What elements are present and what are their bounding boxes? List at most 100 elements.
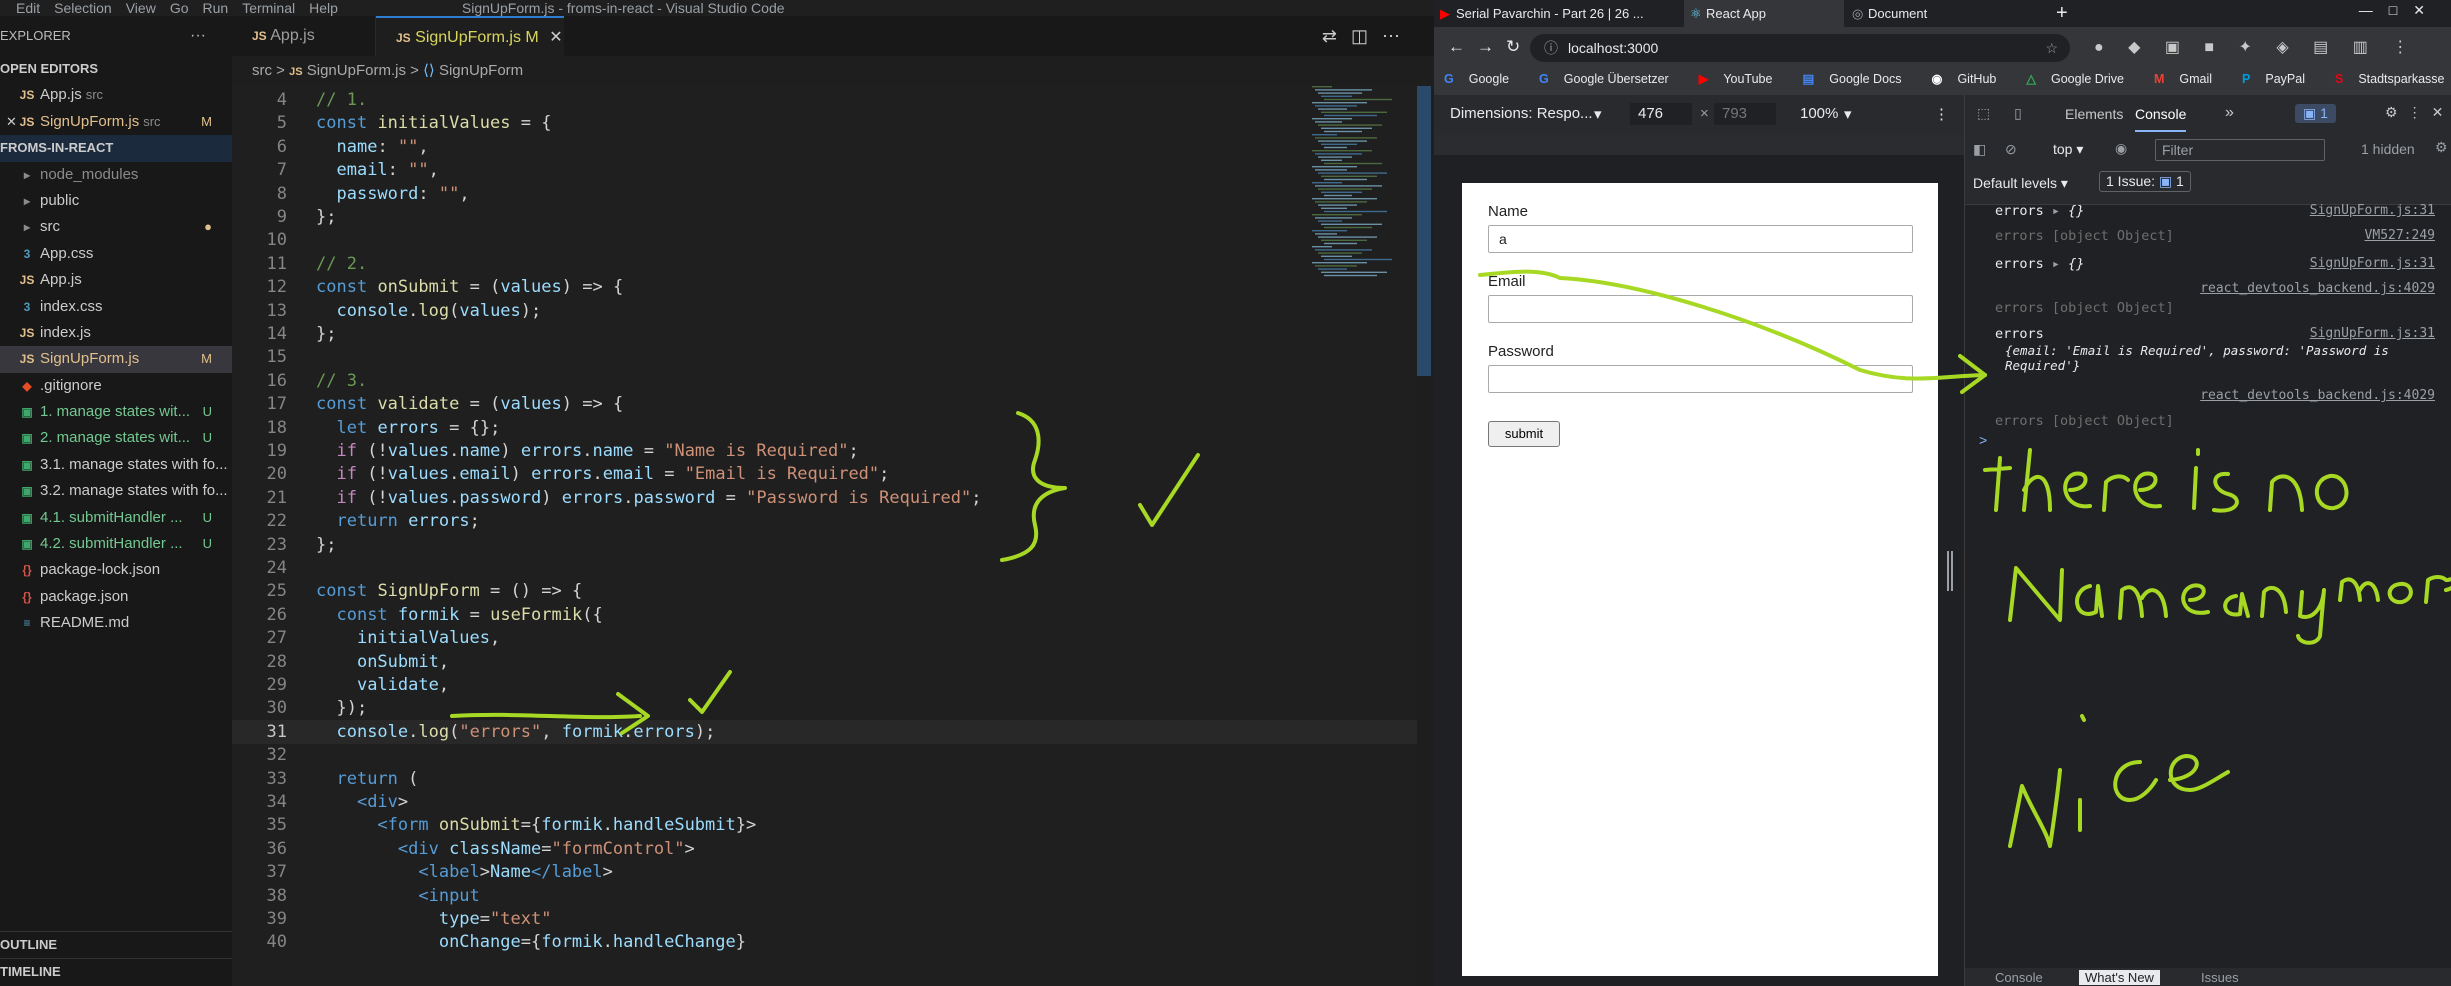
more-options-icon[interactable]: ⋮ — [2408, 104, 2432, 120]
file-tree-item[interactable]: ▣ 3.1. manage states with fo... — [0, 452, 232, 478]
file-tree-item[interactable]: JS SignUpForm.js M — [0, 346, 232, 373]
clear-console-icon[interactable]: ⊘ — [2005, 141, 2017, 158]
file-tree-item[interactable]: ▣ 3.2. manage states with fo... — [0, 478, 232, 504]
minimap[interactable] — [1308, 86, 1416, 286]
tab-app-js[interactable]: JS App.js — [232, 16, 376, 56]
tab-elements[interactable]: Elements — [2065, 106, 2123, 122]
file-tree-item[interactable]: JS index.js — [0, 320, 232, 346]
file-tree-item[interactable]: JS App.js src — [0, 82, 232, 108]
gear-icon[interactable]: ⚙ — [2385, 104, 2408, 120]
bookmark-item[interactable]: M Gmail — [2154, 69, 2227, 89]
file-tree-item[interactable]: ▣ 1. manage states wit... U — [0, 399, 232, 425]
project-header[interactable]: FROMS-IN-REACT — [0, 135, 232, 162]
console-source-link[interactable]: VM527:249 — [2365, 228, 2435, 243]
maximize-icon[interactable]: □ — [2389, 2, 2413, 18]
minimize-icon[interactable]: — — [2359, 2, 2389, 18]
timeline-header[interactable]: TIMELINE — [0, 958, 232, 984]
menu-item[interactable]: Help — [309, 0, 338, 16]
bookmark-item[interactable]: G Google — [1444, 69, 1524, 89]
width-input[interactable]: 476 — [1630, 103, 1692, 125]
breadcrumb-folder[interactable]: src — [252, 62, 272, 79]
expand-triangle-icon[interactable]: ▸ — [2044, 256, 2068, 272]
close-icon[interactable]: ✕ — [6, 109, 17, 135]
zoom-select[interactable]: 100% — [1800, 105, 1838, 122]
inspect-icons[interactable]: ⬚ ▯ — [1977, 105, 2032, 122]
drawer-tab[interactable]: Console — [1995, 970, 2043, 985]
breadcrumb-file[interactable]: SignUpForm.js — [307, 62, 406, 79]
back-icon[interactable]: ← — [1448, 37, 1477, 56]
file-tree-item[interactable]: ▸ src ● — [0, 214, 232, 240]
breadcrumb-symbol[interactable]: SignUpForm — [439, 62, 523, 79]
drawer-tab[interactable]: Issues — [2201, 970, 2239, 985]
file-tree-item[interactable]: {} package.json — [0, 584, 232, 610]
open-editors-header[interactable]: OPEN EDITORS — [0, 56, 232, 82]
file-tree-item[interactable]: 3 App.css — [0, 241, 232, 267]
more-actions-icon[interactable]: ··· — [190, 16, 206, 56]
more-actions-icon[interactable]: ⋯ — [1382, 26, 1414, 46]
gear-icon[interactable]: ⚙ — [2435, 139, 2448, 156]
submit-button[interactable]: submit — [1488, 421, 1560, 447]
tab-signupform-js[interactable]: JS SignUpForm.js M ✕ — [376, 16, 564, 56]
menu-item[interactable]: Edit — [16, 0, 40, 16]
sidebar-toggle-icon[interactable]: ◧ — [1973, 141, 1994, 158]
code-editor[interactable]: 4// 1. 5 const initialValues = {6 name: ""… — [232, 86, 1417, 986]
console-source-link[interactable]: SignUpForm.js:31 — [2310, 203, 2435, 218]
height-input[interactable]: 793 — [1714, 103, 1776, 125]
issues-button[interactable]: 1 Issue: ▣ 1 — [2099, 171, 2191, 192]
console-source-link[interactable]: SignUpForm.js:31 — [2310, 256, 2435, 271]
bookmark-item[interactable]: △ Google Drive — [2026, 69, 2139, 89]
url-input[interactable]: ⓘ localhost:3000 ☆ — [1530, 34, 2070, 62]
compare-icon[interactable]: ⇄ — [1322, 26, 1351, 46]
menu-item[interactable]: View — [126, 0, 156, 16]
file-tree-item[interactable]: ▣ 4.2. submitHandler ... U — [0, 531, 232, 557]
extension-icons[interactable]: ● ◆ ▣ ■ ✦ ◈ ▤ ▥ ⋮ — [2094, 37, 2418, 57]
file-tree-item[interactable]: ▣ 2. manage states wit... U — [0, 425, 232, 451]
console-source-link[interactable]: react_devtools_backend.js:4029 — [2200, 281, 2435, 296]
close-icon[interactable]: ✕ — [549, 29, 562, 46]
close-icon[interactable]: ✕ — [2413, 2, 2441, 18]
expand-triangle-icon[interactable]: ▸ — [2044, 203, 2068, 219]
more-tabs-icon[interactable]: » — [2225, 104, 2234, 122]
console-filter-input[interactable]: Filter — [2155, 139, 2325, 161]
file-tree-item[interactable]: JS App.js — [0, 267, 232, 293]
file-tree-item[interactable]: {} package-lock.json — [0, 557, 232, 583]
browser-tab-document[interactable]: ◎ Document — [1846, 0, 2046, 27]
outline-header[interactable]: OUTLINE — [0, 931, 232, 957]
console-prompt[interactable]: > — [1979, 432, 1987, 448]
more-options-icon[interactable]: ⋮ — [1934, 105, 1949, 123]
editor-scrollbar[interactable] — [1417, 86, 1431, 376]
split-editor-icon[interactable]: ◫ — [1351, 26, 1382, 46]
browser-tab-youtube[interactable]: ▶ Serial Pavarchin - Part 26 | 26 ... — [1434, 0, 1682, 27]
email-input[interactable] — [1488, 295, 1913, 323]
forward-icon[interactable]: → — [1477, 37, 1506, 56]
browser-tab-react-app[interactable]: ⚛ React App — [1684, 0, 1844, 27]
file-tree-item[interactable]: ▸ node_modules — [0, 162, 232, 188]
dimensions-select[interactable]: Dimensions: Respo... — [1450, 105, 1593, 122]
file-tree-item[interactable]: ▸ public — [0, 188, 232, 214]
star-icon[interactable]: ☆ — [2045, 34, 2058, 62]
bookmark-item[interactable]: ◉ GitHub — [1932, 69, 2012, 89]
file-tree-item[interactable]: JS SignUpForm.js src M ✕ — [0, 109, 232, 135]
file-tree-item[interactable]: ▣ 4.1. submitHandler ... U — [0, 505, 232, 531]
levels-select[interactable]: Default levels ▾ — [1973, 175, 2068, 192]
eye-icon[interactable]: ◉ — [2115, 140, 2127, 157]
new-tab-button[interactable]: + — [2056, 0, 2068, 27]
close-icon[interactable]: ✕ — [2432, 104, 2451, 120]
file-tree-item[interactable]: ◆ .gitignore — [0, 373, 232, 399]
console-value[interactable]: {email: 'Email is Required', password: '… — [1995, 343, 2415, 373]
file-tree-item[interactable]: 3 index.css — [0, 294, 232, 320]
resize-handle[interactable] — [1946, 551, 1954, 591]
file-tree-item[interactable]: ≡ README.md — [0, 610, 232, 636]
bookmark-item[interactable]: ▤ Google Docs — [1802, 69, 1916, 89]
password-input[interactable] — [1488, 365, 1913, 393]
reload-icon[interactable]: ↻ — [1506, 37, 1532, 56]
menu-item[interactable]: Terminal — [242, 0, 295, 16]
bookmark-item[interactable]: ▶ YouTube — [1699, 69, 1788, 89]
menu-item[interactable]: Go — [170, 0, 189, 16]
bookmark-item[interactable]: G Google Übersetzer — [1539, 69, 1684, 89]
name-input[interactable]: a — [1488, 225, 1913, 253]
bookmark-item[interactable]: S Stadtsparkasse — [2335, 69, 2451, 89]
messages-badge[interactable]: ▣ 1 — [2295, 104, 2336, 123]
bookmark-item[interactable]: P PayPal — [2242, 69, 2320, 89]
console-source-link[interactable]: react_devtools_backend.js:4029 — [2200, 388, 2435, 403]
